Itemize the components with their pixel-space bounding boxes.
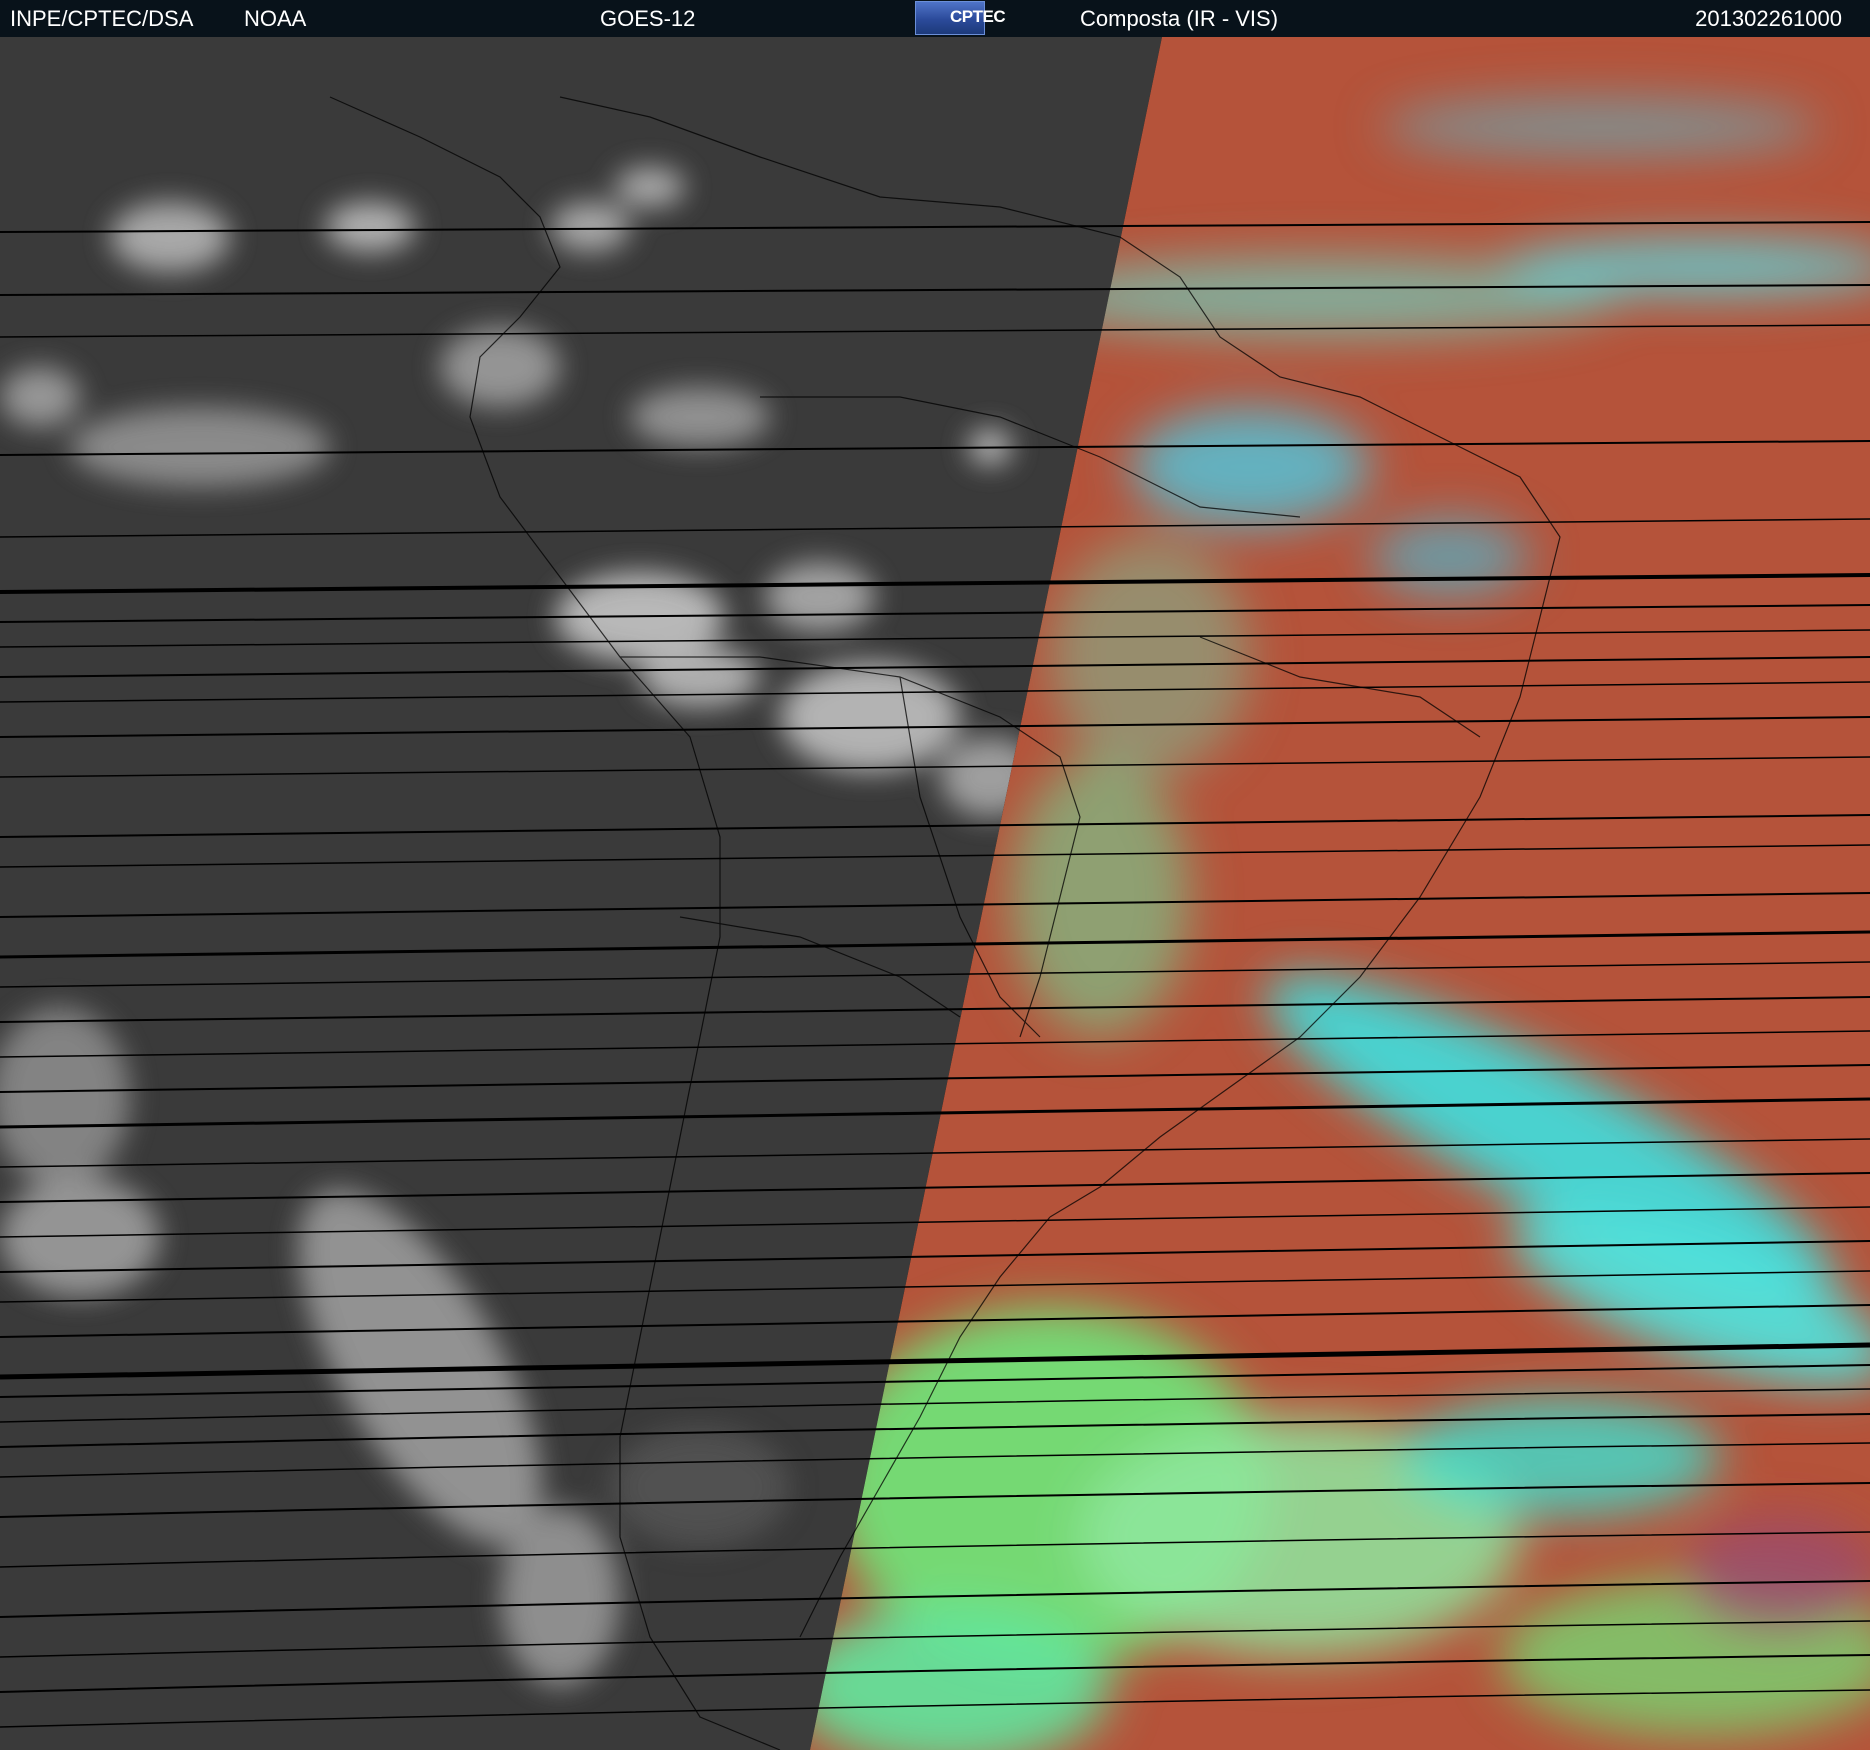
timestamp-label: 201302261000 bbox=[1695, 6, 1842, 31]
satellite-composite-image bbox=[0, 37, 1870, 1750]
source-label: INPE/CPTEC/DSA bbox=[10, 6, 194, 31]
satellite-image-frame: INPE/CPTEC/DSA NOAA GOES-12 CPTEC Compos… bbox=[0, 0, 1870, 1750]
product-label: Composta (IR - VIS) bbox=[1080, 6, 1279, 31]
composite-svg bbox=[0, 37, 1870, 1750]
agency-label: NOAA bbox=[244, 6, 307, 31]
image-header-bar: INPE/CPTEC/DSA NOAA GOES-12 CPTEC Compos… bbox=[0, 0, 1870, 37]
cptec-logo: CPTEC bbox=[915, 1, 1006, 35]
satellite-label: GOES-12 bbox=[600, 6, 696, 31]
logo-text: CPTEC bbox=[950, 7, 1006, 26]
